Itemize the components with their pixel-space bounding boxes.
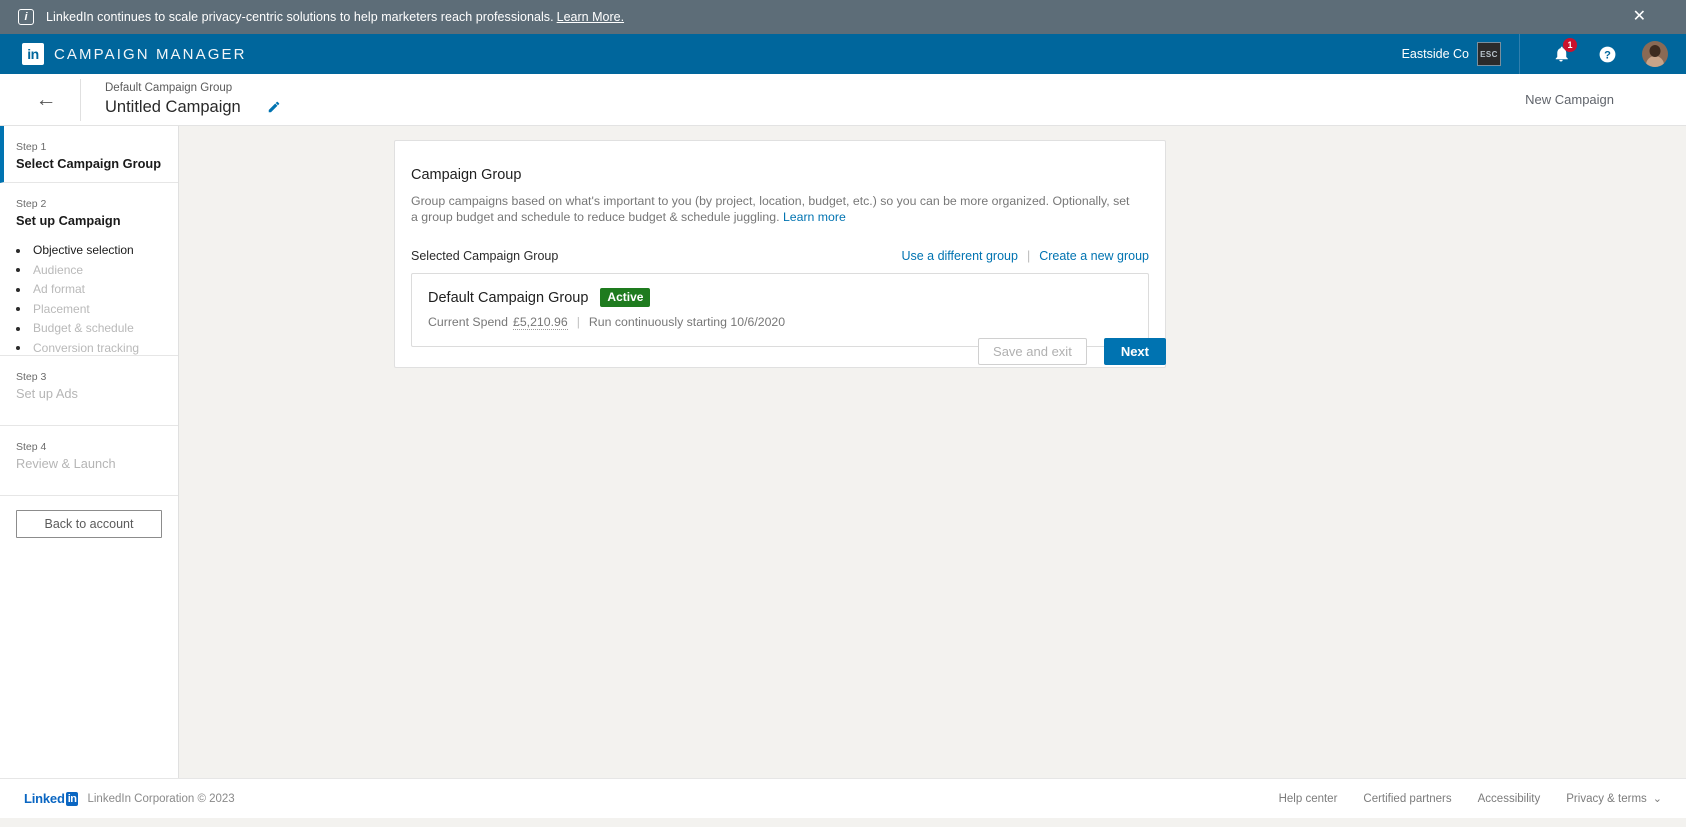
new-campaign-button[interactable]: New Campaign	[1525, 92, 1614, 107]
bullet-icon	[16, 346, 20, 351]
announcement-text: LinkedIn continues to scale privacy-cent…	[46, 10, 554, 24]
substep-label: Placement	[33, 301, 90, 316]
logo-in-box: in	[65, 791, 79, 806]
sidebar-step-2[interactable]: Step 2 Set up Campaign Objective selecti…	[0, 183, 178, 356]
use-different-group-link[interactable]: Use a different group	[901, 249, 1018, 263]
title-divider	[80, 78, 81, 121]
step-3-label: Step 3	[16, 371, 47, 383]
close-icon[interactable]: ✕	[1627, 5, 1652, 29]
notifications-badge: 1	[1563, 38, 1577, 52]
notifications-button[interactable]: 1	[1546, 38, 1577, 69]
sidebar-step-3[interactable]: Step 3 Set up Ads	[0, 356, 178, 426]
product-name: CAMPAIGN MANAGER	[54, 45, 247, 63]
footer-link-privacy-terms[interactable]: Privacy & terms	[1566, 793, 1647, 805]
main-content: Campaign Group Group campaigns based on …	[179, 126, 1686, 778]
sidebar-item-placement[interactable]: Placement	[16, 300, 162, 320]
current-spend-value[interactable]: £5,210.96	[512, 315, 568, 330]
bullet-icon	[16, 326, 20, 331]
global-navigation-bar: in CAMPAIGN MANAGER Eastside Co ESC 1 ?	[0, 34, 1686, 74]
bullet-icon	[16, 248, 20, 253]
account-name[interactable]: Eastside Co	[1402, 47, 1469, 61]
form-actions: Save and exit Next	[394, 338, 1166, 365]
back-to-account-button[interactable]: Back to account	[16, 510, 162, 538]
campaign-name-row: Untitled Campaign	[105, 96, 281, 118]
group-schedule: Run continuously starting 10/6/2020	[588, 315, 786, 329]
announcement-banner: i LinkedIn continues to scale privacy-ce…	[0, 0, 1686, 34]
current-spend-label: Current Spend	[428, 315, 508, 329]
substep-label: Budget & schedule	[33, 321, 134, 335]
sidebar-item-objective-selection[interactable]: Objective selection	[16, 241, 162, 261]
status-badge: Active	[600, 288, 651, 307]
group-meta: Current Spend £5,210.96 | Run continuous…	[428, 315, 1132, 330]
bullet-icon	[16, 307, 20, 312]
next-button[interactable]: Next	[1103, 338, 1166, 365]
group-header: Default Campaign Group Active	[428, 288, 1132, 307]
step-1-name: Select Campaign Group	[16, 156, 162, 171]
svg-text:?: ?	[1604, 49, 1611, 61]
title-block: Default Campaign Group Untitled Campaign	[105, 81, 281, 118]
card-title: Campaign Group	[411, 167, 522, 183]
back-arrow-icon[interactable]: ←	[28, 88, 64, 112]
group-name: Default Campaign Group	[428, 289, 589, 306]
link-separator: |	[1026, 249, 1031, 263]
linkedin-footer-logo-icon: Linked in	[24, 791, 79, 806]
substep-label: Objective selection	[33, 243, 134, 257]
substep-label: Ad format	[33, 282, 86, 296]
campaign-group-name: Default Campaign Group	[105, 82, 233, 94]
account-badge[interactable]: ESC	[1477, 42, 1501, 66]
avatar[interactable]	[1642, 41, 1668, 67]
step-2-name: Set up Campaign	[16, 213, 121, 228]
learn-more-link[interactable]: Learn More.	[557, 10, 624, 24]
create-new-group-link[interactable]: Create a new group	[1039, 249, 1149, 263]
footer-link-certified-partners[interactable]: Certified partners	[1363, 793, 1451, 805]
campaign-title-bar: ← Default Campaign Group Untitled Campai…	[0, 74, 1686, 126]
question-mark-icon: ?	[1599, 46, 1615, 62]
back-to-account-wrapper: Back to account	[0, 496, 178, 552]
sidebar-step-4[interactable]: Step 4 Review & Launch	[0, 426, 178, 496]
sidebar-item-ad-format[interactable]: Ad format	[16, 280, 162, 300]
step-4-label: Step 4	[16, 441, 47, 453]
copyright-text: LinkedIn Corporation © 2023	[87, 792, 235, 805]
selected-group-row: Selected Campaign Group Use a different …	[411, 249, 1149, 263]
sidebar-step-1[interactable]: Step 1 Select Campaign Group	[0, 126, 178, 183]
page-body: Step 1 Select Campaign Group Step 2 Set …	[0, 126, 1686, 778]
pencil-glyph	[268, 101, 279, 113]
logo-word: Linked	[24, 791, 65, 806]
sidebar-item-audience[interactable]: Audience	[16, 261, 162, 281]
step-4-name: Review & Launch	[16, 456, 116, 471]
step-2-label: Step 2	[16, 198, 47, 210]
page-title: Untitled Campaign	[105, 98, 241, 116]
pencil-icon[interactable]	[267, 100, 281, 114]
selected-group-item[interactable]: Default Campaign Group Active Current Sp…	[411, 273, 1149, 347]
step-1-label: Step 1	[16, 141, 47, 153]
card-description-text: Group campaigns based on what's importan…	[411, 194, 1130, 224]
selected-group-label: Selected Campaign Group	[411, 249, 559, 263]
learn-more-link[interactable]: Learn more	[783, 210, 846, 224]
footer-link-accessibility[interactable]: Accessibility	[1478, 793, 1541, 805]
step-3-name: Set up Ads	[16, 386, 78, 401]
substep-label: Audience	[33, 262, 84, 277]
card-description: Group campaigns based on what's importan…	[411, 194, 1133, 225]
steps-sidebar: Step 1 Select Campaign Group Step 2 Set …	[0, 126, 179, 778]
info-icon: i	[18, 9, 34, 25]
nav-divider	[1519, 34, 1520, 74]
campaign-group-card: Campaign Group Group campaigns based on …	[394, 140, 1166, 368]
meta-separator: |	[576, 315, 580, 329]
page-footer: Linked in LinkedIn Corporation © 2023 He…	[0, 778, 1686, 818]
step-2-substeps: Objective selection Audience Ad format P…	[16, 241, 162, 358]
bullet-icon	[16, 268, 20, 273]
footer-link-help-center[interactable]: Help center	[1279, 793, 1338, 805]
sidebar-item-budget-schedule[interactable]: Budget & schedule	[16, 319, 162, 339]
bullet-icon	[16, 287, 20, 292]
help-button[interactable]: ?	[1592, 39, 1622, 69]
chevron-down-icon[interactable]: ⌄	[1653, 792, 1662, 805]
linkedin-logo-icon[interactable]: in	[22, 43, 44, 65]
save-and-exit-button[interactable]: Save and exit	[978, 338, 1087, 365]
